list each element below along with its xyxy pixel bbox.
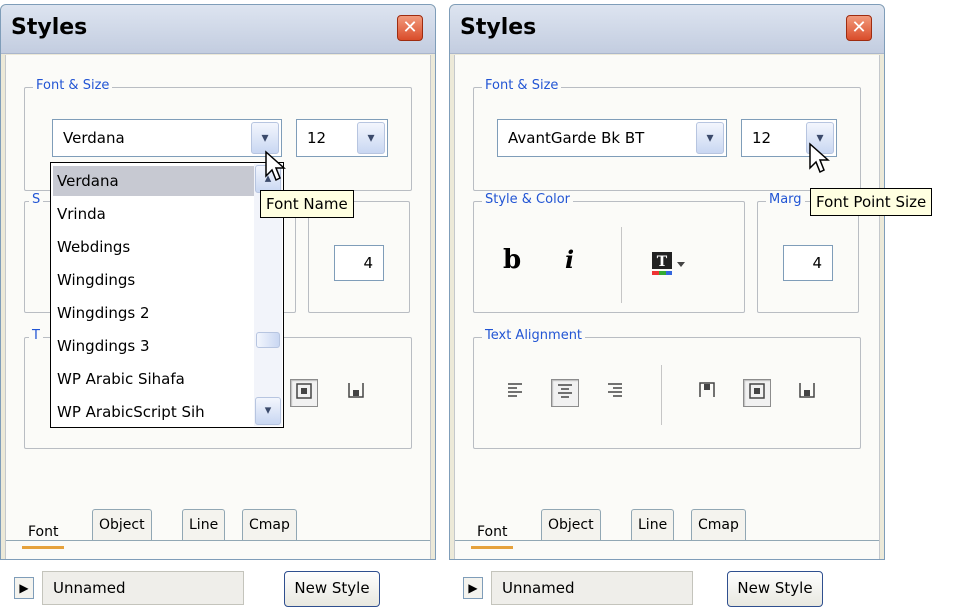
margin-input[interactable]: 4	[334, 245, 384, 281]
mouse-pointer-icon	[809, 142, 830, 174]
font-size-value: 12	[752, 129, 772, 147]
bold-button[interactable]: b	[503, 245, 521, 275]
close-button[interactable]: ✕	[846, 15, 872, 41]
valign-bottom-icon[interactable]	[793, 379, 821, 407]
list-item[interactable]: Wingdings	[53, 265, 255, 295]
list-item[interactable]: Webdings	[53, 232, 255, 262]
scroll-thumb[interactable]	[256, 332, 280, 348]
chevron-down-icon[interactable]: ▾	[696, 122, 724, 154]
align-center-icon[interactable]	[551, 379, 579, 407]
margin-legend: Marg	[766, 192, 805, 207]
chevron-down-icon[interactable]: ▾	[357, 122, 385, 154]
list-item[interactable]: WP Arabic Sihafa	[53, 364, 255, 394]
expand-icon[interactable]: ▶	[14, 577, 34, 599]
font-size-legend: Font & Size	[482, 78, 562, 93]
tab-font[interactable]: Font	[22, 517, 65, 549]
text-alignment-legend: Text Alignment	[482, 328, 586, 343]
valign-bottom-icon[interactable]	[342, 379, 370, 407]
panel-body: Font & Size AvantGarde Bk BT ▾ 12 ▾ Styl…	[454, 55, 880, 607]
tab-object[interactable]: Object	[92, 509, 152, 541]
tab-divider	[6, 540, 430, 541]
style-name-field[interactable]: Unnamed	[42, 571, 244, 605]
styles-panel-right: Styles ✕ Font & Size AvantGarde Bk BT ▾ …	[449, 4, 885, 607]
title-bar: Styles ✕	[450, 5, 884, 54]
align-right-icon[interactable]	[601, 379, 629, 407]
text-color-icon: T	[652, 252, 685, 275]
list-item[interactable]: Vrinda	[53, 199, 255, 229]
text-alignment-legend: T	[29, 328, 43, 343]
font-size-combo[interactable]: 12 ▾	[296, 119, 388, 157]
tab-line[interactable]: Line	[182, 509, 226, 541]
tab-font[interactable]: Font	[471, 517, 514, 549]
valign-middle-icon[interactable]	[743, 379, 771, 407]
panel-title: Styles	[11, 15, 88, 40]
list-item[interactable]: WP ArabicScript Sih	[53, 397, 255, 427]
text-color-button[interactable]: T	[651, 251, 691, 281]
title-bar: Styles ✕	[1, 5, 435, 54]
style-color-legend: S	[29, 192, 44, 207]
font-name-combo[interactable]: Verdana ▾	[52, 119, 282, 157]
valign-top-icon[interactable]	[693, 379, 721, 407]
mouse-pointer-icon	[265, 150, 286, 182]
font-size-value: 12	[307, 129, 327, 147]
style-color-legend: Style & Color	[482, 192, 573, 207]
margin-input[interactable]: 4	[783, 245, 833, 281]
svg-text:T: T	[657, 254, 668, 270]
tab-line[interactable]: Line	[631, 509, 675, 541]
chevron-down-icon[interactable]: ▾	[255, 397, 281, 425]
tab-cmap[interactable]: Cmap	[691, 509, 746, 541]
list-item[interactable]: Wingdings 3	[53, 331, 255, 361]
separator	[661, 365, 662, 425]
panel-title: Styles	[460, 15, 537, 40]
style-name-field[interactable]: Unnamed	[491, 571, 693, 605]
tab-divider	[455, 540, 879, 541]
expand-icon[interactable]: ▶	[463, 577, 483, 599]
tab-object[interactable]: Object	[541, 509, 601, 541]
align-left-icon[interactable]	[501, 379, 529, 407]
tooltip-font-point-size: Font Point Size	[810, 188, 933, 216]
close-button[interactable]: ✕	[397, 15, 423, 41]
new-style-button[interactable]: New Style	[727, 571, 823, 607]
font-size-legend: Font & Size	[33, 78, 113, 93]
font-name-dropdown-list[interactable]: Verdana Vrinda Webdings Wingdings Wingdi…	[50, 162, 284, 428]
separator	[621, 227, 622, 303]
font-name-combo[interactable]: AvantGarde Bk BT ▾	[497, 119, 727, 157]
font-name-value: Verdana	[63, 129, 125, 147]
list-item[interactable]: Verdana	[53, 166, 255, 196]
tab-cmap[interactable]: Cmap	[242, 509, 297, 541]
italic-button[interactable]: i	[565, 245, 574, 274]
list-item[interactable]: Wingdings 2	[53, 298, 255, 328]
valign-middle-icon[interactable]	[290, 379, 318, 407]
tooltip-font-name: Font Name	[260, 190, 354, 218]
new-style-button[interactable]: New Style	[284, 571, 380, 607]
font-name-value: AvantGarde Bk BT	[508, 129, 645, 147]
